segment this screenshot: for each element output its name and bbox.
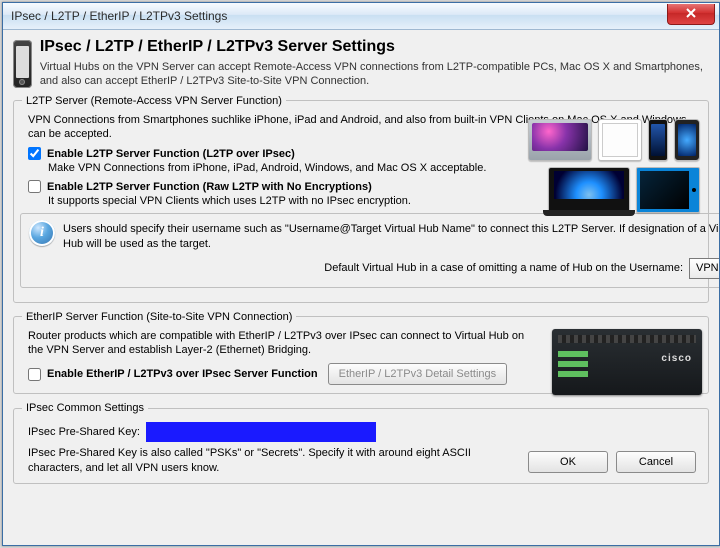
row-etherip-enable: Enable EtherIP / L2TPv3 over IPsec Serve…	[28, 368, 318, 381]
ipad-icon	[598, 119, 642, 161]
cancel-button[interactable]: Cancel	[616, 451, 696, 473]
header: IPsec / L2TP / EtherIP / L2TPv3 Server S…	[13, 38, 709, 89]
close-button[interactable]	[667, 4, 715, 25]
group-etherip: EtherIP Server Function (Site-to-Site VP…	[13, 311, 709, 395]
info-text: Users should specify their username such…	[63, 220, 719, 252]
group-etherip-legend: EtherIP Server Function (Site-to-Site VP…	[22, 311, 296, 323]
checkbox-l2tp-raw[interactable]	[28, 180, 41, 193]
page-title: IPsec / L2TP / EtherIP / L2TPv3 Server S…	[40, 38, 709, 56]
default-hub-value: VPN	[696, 262, 719, 274]
devices-illustration	[520, 119, 700, 215]
default-hub-label: Default Virtual Hub in a case of omittin…	[324, 262, 683, 274]
etherip-description: Router products which are compatible wit…	[28, 329, 540, 358]
ok-button[interactable]: OK	[528, 451, 608, 473]
router-brand: cisco	[661, 353, 692, 364]
header-text: IPsec / L2TP / EtherIP / L2TPv3 Server S…	[40, 38, 709, 89]
psk-note: IPsec Pre-Shared Key is also called "PSK…	[28, 446, 516, 475]
psk-row: IPsec Pre-Shared Key:	[28, 422, 516, 442]
group-l2tp: L2TP Server (Remote-Access VPN Server Fu…	[13, 95, 709, 303]
group-l2tp-legend: L2TP Server (Remote-Access VPN Server Fu…	[22, 95, 286, 107]
iphone-icon	[648, 119, 668, 161]
etherip-detail-button[interactable]: EtherIP / L2TPv3 Detail Settings	[328, 363, 508, 385]
dialog-content: IPsec / L2TP / EtherIP / L2TPv3 Server S…	[3, 30, 719, 545]
psk-label: IPsec Pre-Shared Key:	[28, 426, 140, 438]
window-title: IPsec / L2TP / EtherIP / L2TPv3 Settings	[3, 9, 227, 23]
default-hub-row: Default Virtual Hub in a case of omittin…	[29, 258, 719, 279]
surface-tablet-icon	[636, 167, 700, 213]
label-l2tp-raw: Enable L2TP Server Function (Raw L2TP wi…	[47, 181, 372, 193]
group-ipsec-legend: IPsec Common Settings	[22, 402, 148, 414]
psk-input[interactable]	[146, 422, 376, 442]
android-phone-icon	[674, 119, 700, 161]
info-icon: i	[29, 220, 55, 246]
titlebar: IPsec / L2TP / EtherIP / L2TPv3 Settings	[3, 3, 719, 30]
group-ipsec-common: IPsec Common Settings IPsec Pre-Shared K…	[13, 402, 709, 484]
checkbox-etherip[interactable]	[28, 368, 41, 381]
page-subtitle: Virtual Hubs on the VPN Server can accep…	[40, 60, 709, 89]
macbook-icon	[528, 119, 592, 161]
label-etherip: Enable EtherIP / L2TPv3 over IPsec Serve…	[47, 368, 318, 380]
close-icon	[686, 8, 696, 21]
info-box: i Users should specify their username su…	[20, 213, 719, 288]
default-hub-combobox[interactable]: VPN	[689, 258, 719, 279]
smartphone-icon	[13, 40, 32, 88]
dialog-footer: OK Cancel	[528, 449, 700, 475]
router-icon: cisco	[552, 329, 702, 395]
windows-laptop-icon	[548, 167, 630, 213]
dialog-window: IPsec / L2TP / EtherIP / L2TPv3 Settings…	[2, 2, 720, 546]
label-l2tp-over-ipsec: Enable L2TP Server Function (L2TP over I…	[47, 148, 295, 160]
checkbox-l2tp-over-ipsec[interactable]	[28, 147, 41, 160]
